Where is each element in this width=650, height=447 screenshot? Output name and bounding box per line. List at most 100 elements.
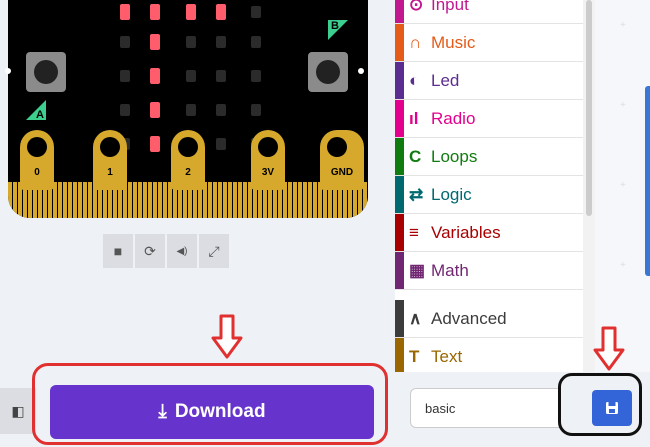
category-variables[interactable]: ≡ Variables: [395, 214, 585, 252]
advanced-icon: ∧: [409, 308, 422, 328]
category-label: Logic: [431, 184, 472, 204]
category-label: Text: [431, 346, 463, 366]
text-icon: T: [409, 346, 420, 366]
led-4-1: [150, 136, 160, 152]
grid-dot: +: [620, 260, 626, 271]
led-1-3: [216, 36, 226, 48]
grid-dot: +: [620, 20, 626, 31]
led-0-1: [150, 4, 160, 20]
left-dot: [5, 68, 11, 74]
led-1-2: [186, 36, 196, 48]
led-3-1: [150, 102, 160, 118]
category-music[interactable]: ∩ Music: [395, 24, 585, 62]
led-1-0: [120, 36, 130, 48]
button-a[interactable]: [26, 52, 66, 92]
save-button[interactable]: [592, 390, 632, 426]
mute-icon: ◀): [176, 245, 188, 257]
loops-icon: C: [409, 146, 422, 166]
category-color-bar: [395, 252, 404, 289]
pin-3v: 3V: [251, 130, 285, 190]
down-arrow-annotation-save: [593, 326, 625, 371]
led-3-2: [186, 104, 196, 116]
save-icon: [606, 402, 618, 414]
pin-2[interactable]: 2: [171, 130, 205, 190]
mute-button[interactable]: ◀): [167, 234, 197, 268]
variables-icon: ≡: [409, 222, 419, 242]
button-a-label: A: [36, 109, 44, 121]
pin-gnd-label: GND: [320, 167, 364, 178]
collapse-icon: ◧: [11, 402, 25, 419]
led-2-4: [251, 70, 261, 82]
led-1-1: [150, 34, 160, 50]
category-label: Input: [431, 0, 469, 14]
toolbox-gap: [395, 290, 585, 300]
led-0-0: [120, 4, 130, 20]
led-0-4: [251, 6, 261, 18]
microbit-board: A B 0 1 2 3V GND: [5, 0, 368, 218]
download-button[interactable]: ⤓ Download: [50, 385, 374, 439]
pin-gnd: GND: [320, 130, 364, 190]
led-2-2: [186, 70, 196, 82]
workspace-block-edge: [645, 86, 650, 276]
download-label: Download: [174, 401, 266, 422]
led-4-3: [216, 138, 226, 150]
right-dot: [358, 68, 364, 74]
category-color-bar: [395, 138, 404, 175]
collapse-simulator-button[interactable]: ◧: [0, 388, 36, 434]
category-list: ⊙ Input ∩ Music ◐ Led ıl Radio C Loops ⇄ Logic ≡ Vari…: [395, 0, 585, 290]
category-color-bar: [395, 176, 404, 213]
button-b-label: B: [331, 20, 339, 32]
category-led[interactable]: ◐ Led: [395, 62, 585, 100]
stop-button[interactable]: ■: [103, 234, 133, 268]
led-2-0: [120, 70, 130, 82]
category-label: Loops: [431, 146, 478, 166]
simulator-controls: ■ ⟳ ◀) ⤢: [103, 234, 229, 268]
category-color-bar: [395, 62, 404, 99]
simulator-panel: A B 0 1 2 3V GND ■ ⟳ ◀) ⤢ ◧ ⤓ Download: [0, 0, 395, 447]
stop-icon: ■: [113, 243, 123, 259]
down-arrow-annotation: [211, 314, 243, 359]
input-icon: ⊙: [409, 0, 424, 14]
grid-dot: +: [620, 100, 626, 111]
restart-button[interactable]: ⟳: [135, 234, 165, 268]
category-text[interactable]: T Text: [395, 338, 585, 376]
fullscreen-button[interactable]: ⤢: [199, 234, 229, 268]
math-icon: ▦: [409, 260, 426, 280]
led-2-1: [150, 68, 160, 84]
scrollbar-thumb[interactable]: [586, 0, 592, 216]
category-advanced[interactable]: ∧ Advanced: [395, 300, 585, 338]
pin-2-label: 2: [171, 167, 205, 178]
led-0-3: [216, 4, 226, 20]
fullscreen-icon: ⤢: [208, 242, 220, 259]
category-label: Variables: [431, 222, 501, 242]
category-label: Radio: [431, 108, 476, 128]
category-math[interactable]: ▦ Math: [395, 252, 585, 290]
category-input[interactable]: ⊙ Input: [395, 0, 585, 24]
category-radio[interactable]: ıl Radio: [395, 100, 585, 138]
pin-1[interactable]: 1: [93, 130, 127, 190]
category-logic[interactable]: ⇄ Logic: [395, 176, 585, 214]
led-icon: ◐: [409, 70, 420, 90]
led-0-2: [186, 4, 196, 20]
category-color-bar: [395, 100, 404, 137]
led-2-3: [216, 70, 226, 82]
category-color-bar: [395, 214, 404, 251]
led-3-4: [251, 104, 261, 116]
category-loops[interactable]: C Loops: [395, 138, 585, 176]
category-label: Music: [431, 32, 476, 52]
logic-icon: ⇄: [409, 184, 424, 204]
pin-0[interactable]: 0: [20, 130, 54, 190]
category-color-bar: [395, 338, 404, 375]
pin-0-label: 0: [20, 167, 54, 178]
category-color-bar: [395, 0, 404, 23]
download-icon: ⤓: [158, 401, 167, 422]
pin-3v-label: 3V: [251, 167, 285, 178]
project-name-input[interactable]: [410, 388, 560, 428]
category-label: Advanced: [431, 308, 507, 328]
led-1-4: [251, 36, 261, 48]
radio-icon: ıl: [409, 108, 419, 128]
led-3-3: [216, 104, 226, 116]
button-b[interactable]: [308, 52, 348, 92]
music-icon: ∩: [409, 32, 422, 52]
category-label: Math: [431, 260, 469, 280]
